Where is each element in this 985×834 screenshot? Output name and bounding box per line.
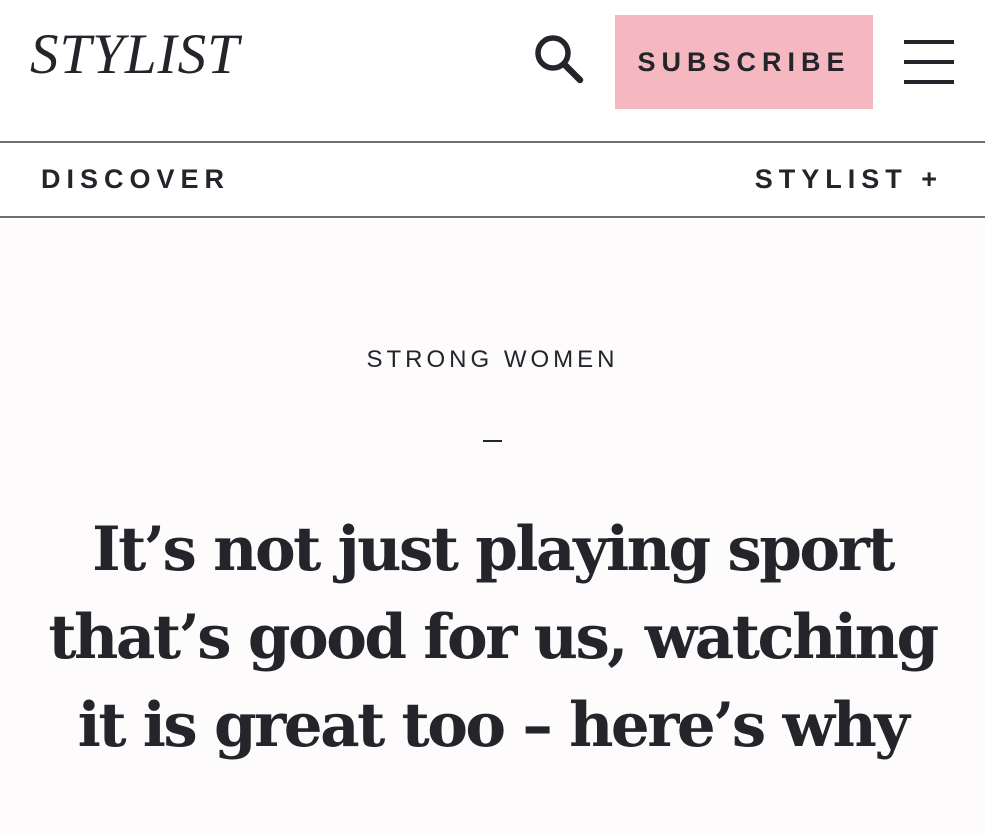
discover-link[interactable]: DISCOVER: [41, 163, 230, 196]
stylist-plus-link[interactable]: STYLIST +: [755, 163, 943, 196]
article-header: STRONG WOMEN It’s not just playing sport…: [0, 218, 985, 834]
site-header: STYLIST SUBSCRIBE: [0, 0, 985, 141]
stylist-logo[interactable]: STYLIST: [30, 26, 240, 83]
divider: [483, 440, 502, 442]
article-category[interactable]: STRONG WOMEN: [0, 344, 985, 376]
menu-line: [904, 60, 954, 64]
menu-line: [904, 80, 954, 84]
hamburger-menu-icon[interactable]: [904, 40, 954, 84]
secondary-nav: DISCOVER STYLIST +: [0, 141, 985, 218]
article-headline: It’s not just playing sport that’s good …: [48, 514, 939, 761]
menu-line: [904, 40, 954, 44]
search-button[interactable]: [530, 30, 588, 88]
search-icon: [535, 35, 584, 84]
subscribe-button[interactable]: SUBSCRIBE: [615, 15, 873, 109]
